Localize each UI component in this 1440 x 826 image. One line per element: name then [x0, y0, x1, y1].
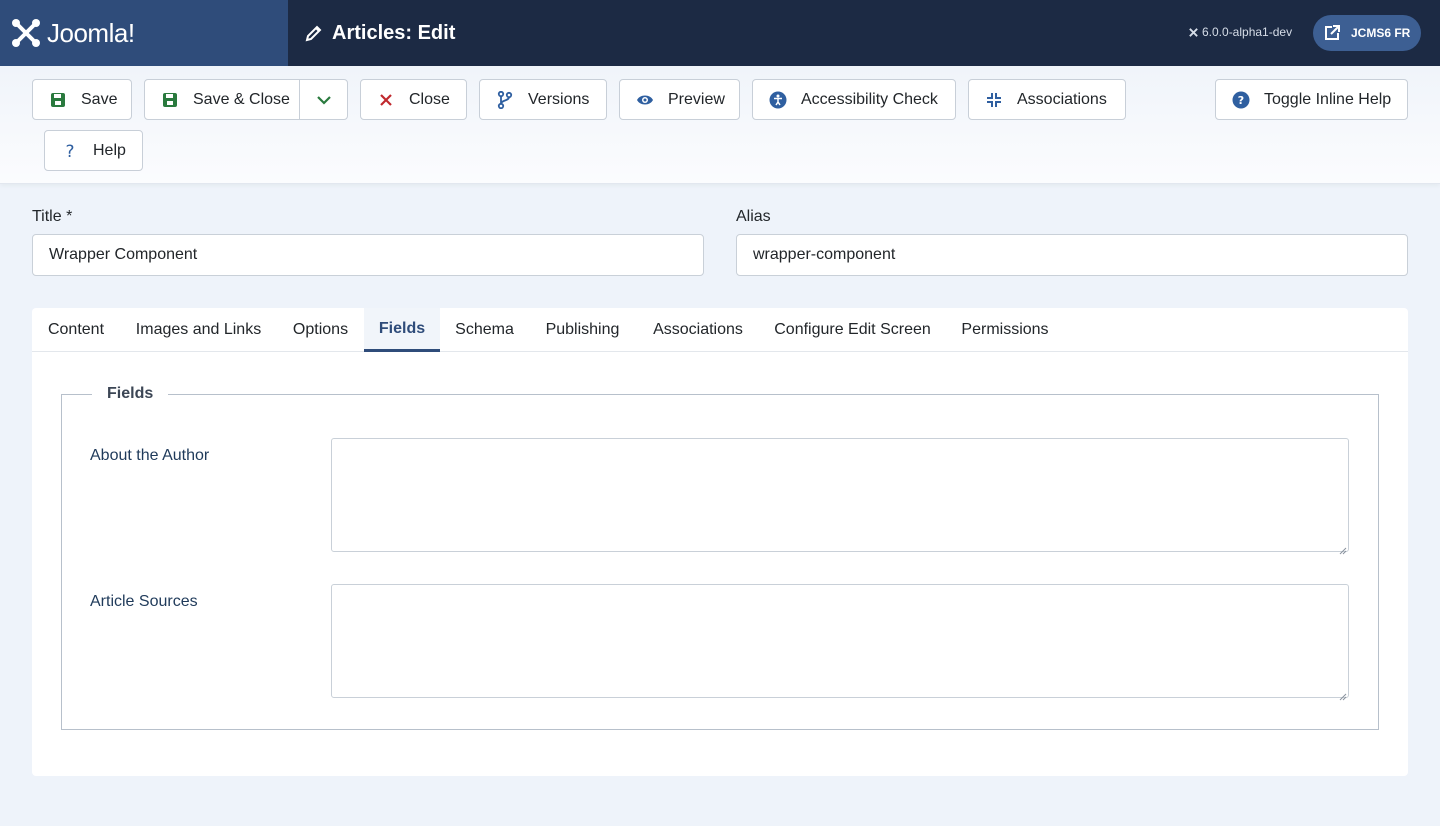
version-info: 6.0.0-alpha1-dev [1188, 25, 1292, 39]
close-label: Close [409, 90, 450, 108]
save-close-icon [161, 91, 179, 109]
title-label: Title * [32, 208, 73, 225]
close-icon [377, 91, 395, 109]
resize-handle-icon[interactable] [1339, 688, 1347, 701]
branch-icon [496, 90, 514, 109]
article-sources-label: Article Sources [90, 593, 198, 610]
save-close-button[interactable]: Save & Close [144, 79, 348, 120]
tab-bar: Content Images and Links Options Fields … [32, 308, 1408, 352]
save-label: Save [81, 90, 118, 108]
versions-button[interactable]: Versions [479, 79, 607, 120]
question-icon: ? [61, 142, 79, 160]
accessibility-check-button[interactable]: Accessibility Check [752, 79, 956, 120]
fields-fieldset: Fields About the Author Article Sources [61, 385, 1379, 730]
brand-logo[interactable]: Joomla! [0, 0, 288, 66]
preview-label: Preview [668, 90, 725, 108]
title-input[interactable]: Wrapper Component [32, 234, 704, 276]
page-title: Articles: Edit [332, 21, 456, 44]
alias-value: wrapper-component [753, 246, 896, 263]
save-close-label: Save & Close [193, 90, 290, 108]
save-options-dropdown[interactable] [299, 80, 347, 119]
tab-schema[interactable]: Schema [440, 308, 529, 352]
save-button[interactable]: Save [32, 79, 132, 120]
tab-associations[interactable]: Associations [636, 308, 760, 352]
tab-content[interactable]: Content [32, 308, 120, 352]
article-sources-textarea[interactable] [331, 584, 1349, 701]
brand-name: Joomla! [47, 17, 135, 48]
alias-input[interactable]: wrapper-component [736, 234, 1408, 276]
accessibility-icon [769, 91, 787, 109]
tab-options[interactable]: Options [277, 308, 364, 352]
accessibility-label: Accessibility Check [801, 90, 938, 108]
site-link-label: JCMS6 FR [1351, 26, 1411, 40]
svg-text:?: ? [1238, 94, 1244, 107]
help-button[interactable]: ? Help [44, 130, 143, 171]
chevron-down-icon [316, 95, 331, 105]
about-author-label: About the Author [90, 447, 210, 464]
associations-label: Associations [1017, 90, 1107, 108]
svg-text:?: ? [65, 142, 74, 160]
fields-legend: Fields [92, 385, 169, 403]
resize-handle-icon[interactable] [1339, 542, 1347, 555]
tab-publishing[interactable]: Publishing [529, 308, 636, 352]
pencil-icon [304, 23, 324, 43]
preview-button[interactable]: Preview [619, 79, 740, 120]
title-value: Wrapper Component [49, 246, 198, 263]
external-link-icon [1323, 24, 1341, 42]
version-text: 6.0.0-alpha1-dev [1202, 25, 1293, 39]
close-button[interactable]: Close [360, 79, 467, 120]
site-link-button[interactable]: JCMS6 FR [1313, 15, 1421, 51]
toolbar: Save Save & Close Close Versions Preview [0, 66, 1440, 184]
tab-fields[interactable]: Fields [364, 308, 440, 352]
about-author-textarea[interactable] [331, 438, 1349, 555]
versions-label: Versions [528, 90, 590, 108]
eye-icon [636, 91, 654, 109]
compress-icon [985, 91, 1003, 109]
app-header: Joomla! Articles: Edit 6.0.0-alpha1-dev … [0, 0, 1440, 66]
joomla-logo-icon [11, 18, 41, 48]
alias-label: Alias [736, 208, 771, 225]
toggle-inline-help-button[interactable]: ? Toggle Inline Help [1215, 79, 1408, 120]
tab-images-and-links[interactable]: Images and Links [120, 308, 277, 352]
editor-tabs-card: Content Images and Links Options Fields … [32, 308, 1408, 776]
tab-configure-edit-screen[interactable]: Configure Edit Screen [760, 308, 945, 352]
associations-button[interactable]: Associations [968, 79, 1126, 120]
help-label: Help [93, 141, 126, 159]
tab-permissions[interactable]: Permissions [945, 308, 1065, 352]
joomla-small-icon [1188, 27, 1199, 38]
save-icon [49, 91, 67, 109]
question-circle-icon: ? [1232, 91, 1250, 109]
toggle-help-label: Toggle Inline Help [1264, 90, 1392, 108]
